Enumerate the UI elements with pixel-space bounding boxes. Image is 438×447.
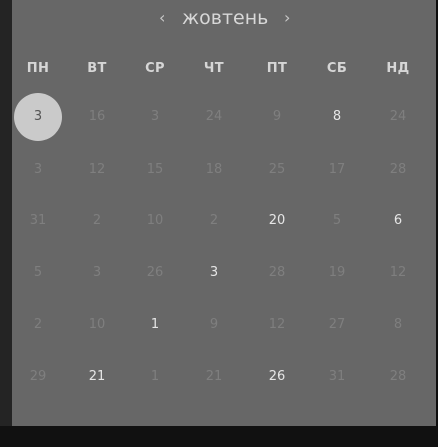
day-cell[interactable]: 3 bbox=[192, 263, 236, 283]
day-cell[interactable]: 1 bbox=[133, 315, 177, 335]
weekday-header: ВТ bbox=[87, 61, 107, 76]
month-title: жовтень bbox=[182, 7, 269, 29]
day-cell[interactable]: 26 bbox=[133, 263, 177, 283]
day-cell[interactable]: 10 bbox=[133, 211, 177, 231]
day-cell[interactable]: 21 bbox=[192, 367, 236, 387]
day-cell[interactable]: 24 bbox=[192, 107, 236, 127]
day-cell[interactable]: 10 bbox=[75, 315, 119, 335]
day-cell[interactable]: 28 bbox=[376, 367, 420, 387]
weekday-header: СР bbox=[145, 61, 165, 76]
day-cell[interactable]: 21 bbox=[75, 367, 119, 387]
day-cell[interactable]: 12 bbox=[255, 315, 299, 335]
day-cell[interactable]: 2 bbox=[75, 211, 119, 231]
calendar-header: ‹ жовтень › bbox=[4, 5, 436, 33]
day-cell[interactable]: 5 bbox=[16, 263, 60, 283]
day-cell[interactable]: 24 bbox=[376, 107, 420, 127]
day-cell[interactable]: 12 bbox=[75, 160, 119, 180]
day-cell[interactable]: 16 bbox=[75, 107, 119, 127]
bottom-edge-shadow bbox=[0, 426, 438, 447]
day-cell[interactable]: 3 bbox=[75, 263, 119, 283]
day-cell[interactable]: 17 bbox=[315, 160, 359, 180]
day-label: 3 bbox=[33, 109, 43, 124]
weekday-header: ПН bbox=[26, 61, 50, 76]
day-cell[interactable]: 1 bbox=[133, 367, 177, 387]
day-cell[interactable]: 31 bbox=[315, 367, 359, 387]
day-cell[interactable]: 2 bbox=[192, 211, 236, 231]
day-cell[interactable]: 29 bbox=[16, 367, 60, 387]
day-cell[interactable]: 19 bbox=[315, 263, 359, 283]
day-cell[interactable]: 9 bbox=[255, 107, 299, 127]
day-cell[interactable]: 2 bbox=[16, 315, 60, 335]
day-cell[interactable]: 8 bbox=[315, 107, 359, 127]
day-cell[interactable]: 27 bbox=[315, 315, 359, 335]
day-cell[interactable]: 20 bbox=[255, 211, 299, 231]
day-cell[interactable]: 3 bbox=[16, 160, 60, 180]
day-cell[interactable]: 9 bbox=[192, 315, 236, 335]
chevron-left-icon[interactable]: ‹ bbox=[159, 8, 165, 28]
day-cell[interactable]: 26 bbox=[255, 367, 299, 387]
day-cell[interactable]: 28 bbox=[376, 160, 420, 180]
day-cell[interactable]: 5 bbox=[315, 211, 359, 231]
chevron-right-icon[interactable]: › bbox=[284, 8, 290, 28]
day-cell[interactable]: 15 bbox=[133, 160, 177, 180]
weekday-header: ПТ bbox=[266, 61, 288, 76]
left-edge-shadow bbox=[0, 0, 12, 447]
day-cell-selected[interactable]: 3 bbox=[14, 93, 62, 141]
calendar-panel: ‹ жовтень › ПН ВТ СР ЧТ ПТ СБ НД 3 16 3 24 9 8 24 3 12 1… bbox=[4, 0, 436, 426]
weekday-header: ЧТ bbox=[203, 61, 225, 76]
weekday-header: СБ bbox=[326, 61, 348, 76]
day-cell[interactable]: 18 bbox=[192, 160, 236, 180]
day-cell[interactable]: 25 bbox=[255, 160, 299, 180]
day-cell[interactable]: 8 bbox=[376, 315, 420, 335]
calendar-screen: ‹ жовтень › ПН ВТ СР ЧТ ПТ СБ НД 3 16 3 24 9 8 24 3 12 1… bbox=[0, 0, 438, 447]
day-cell[interactable]: 12 bbox=[376, 263, 420, 283]
day-cell[interactable]: 6 bbox=[376, 211, 420, 231]
day-cell[interactable]: 31 bbox=[16, 211, 60, 231]
day-cell[interactable]: 28 bbox=[255, 263, 299, 283]
day-cell[interactable]: 3 bbox=[133, 107, 177, 127]
weekday-header: НД bbox=[386, 61, 410, 76]
